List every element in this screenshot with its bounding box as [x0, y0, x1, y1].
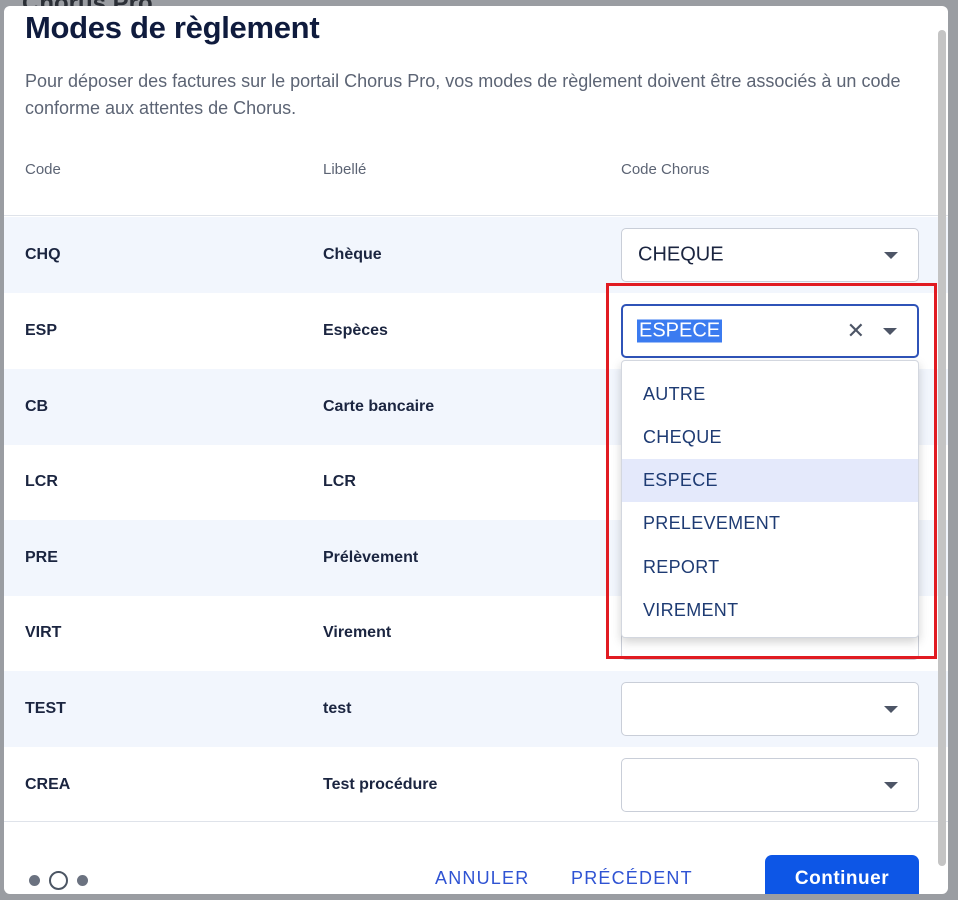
row-label: Virement [323, 624, 392, 641]
table-divider [4, 215, 948, 216]
row-code: CB [25, 398, 49, 415]
step-dot [77, 875, 88, 886]
row-label: Chèque [323, 246, 382, 263]
chorus-code-select[interactable] [621, 682, 919, 736]
chevron-down-icon[interactable] [884, 782, 898, 789]
step-dot [29, 875, 40, 886]
payment-modes-modal: Modes de règlement Pour déposer des fact… [4, 6, 948, 894]
table-divider [4, 821, 948, 822]
chevron-down-icon[interactable] [884, 252, 898, 259]
row-label: Carte bancaire [323, 398, 435, 415]
row-label: Test procédure [323, 776, 438, 793]
column-header-code: Code [25, 161, 61, 178]
row-label: LCR [323, 473, 356, 490]
table-row: CHQ Chèque CHEQUE [4, 217, 948, 293]
row-code: TEST [25, 700, 66, 717]
table-row: CREA Test procédure [4, 747, 948, 823]
column-header-chorus-code: Code Chorus [621, 161, 710, 178]
modal-description: Pour déposer des factures sur le portail… [25, 71, 901, 118]
chevron-down-icon[interactable] [884, 706, 898, 713]
row-label: Espèces [323, 322, 388, 339]
select-value: CHEQUE [638, 243, 724, 266]
row-code: VIRT [25, 624, 62, 641]
previous-button[interactable]: PRÉCÉDENT [571, 868, 693, 889]
cancel-button[interactable]: ANNULER [435, 868, 529, 889]
annotation-highlight-box [606, 283, 937, 659]
step-dot-current [49, 871, 68, 890]
row-label: test [323, 700, 352, 717]
continue-button[interactable]: Continuer [765, 855, 919, 894]
column-header-label: Libellé [323, 161, 367, 178]
row-code: CREA [25, 776, 71, 793]
row-code: LCR [25, 473, 58, 490]
row-label: Prélèvement [323, 549, 419, 566]
row-code: ESP [25, 322, 58, 339]
row-code: CHQ [25, 246, 61, 263]
modal-title: Modes de règlement [25, 10, 320, 45]
chorus-code-select[interactable] [621, 758, 919, 812]
scrollbar[interactable] [938, 30, 946, 866]
table-row: TEST test [4, 671, 948, 747]
row-code: PRE [25, 549, 58, 566]
chorus-code-select[interactable]: CHEQUE [621, 228, 919, 282]
